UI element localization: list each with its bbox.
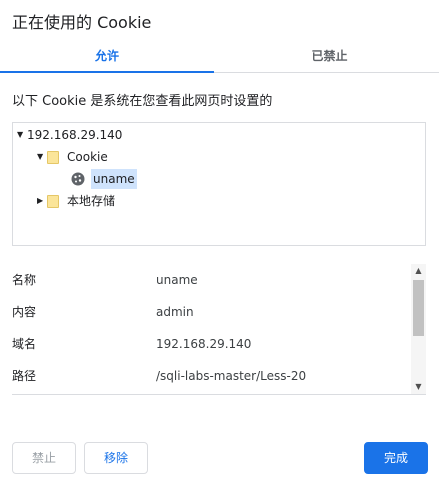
block-button[interactable]: 禁止 [12,442,76,474]
folder-icon [47,150,59,164]
tree-node-cookie-label: Cookie [67,150,108,164]
tree-node-host[interactable]: ▼ 192.168.29.140 [17,125,122,145]
folder-icon [47,194,59,208]
detail-row-name: 名称 uname [12,270,412,290]
dialog-title: 正在使用的 Cookie [12,13,152,32]
detail-row-path: 路径 /sqli-labs-master/Less-20 [12,366,412,386]
tree-node-host-label: 192.168.29.140 [27,128,123,142]
cookie-details-panel: 名称 uname 内容 admin 域名 192.168.29.140 路径 /… [12,264,426,395]
cookies-dialog: 正在使用的 Cookie 允许 已禁止 以下 Cookie 是系统在您查看此网页… [0,0,439,484]
detail-value: uname [156,273,198,287]
detail-label: 域名 [12,337,37,351]
tab-bar: 允许 已禁止 [0,40,439,73]
collapse-triangle-icon[interactable]: ▶ [37,191,47,211]
done-button[interactable]: 完成 [364,442,428,474]
cookie-tree: ▼ 192.168.29.140 ▼ Cookie uname ▶ 本地存储 [12,122,426,246]
tree-node-local-storage-label: 本地存储 [67,194,116,208]
description-text: 以下 Cookie 是系统在您查看此网页时设置的 [12,94,273,109]
detail-label: 内容 [12,305,37,319]
detail-value: admin [156,305,194,319]
tree-node-local-storage[interactable]: ▶ 本地存储 [37,191,115,211]
tab-allowed[interactable]: 允许 [0,40,214,73]
detail-value: 192.168.29.140 [156,337,252,351]
scroll-down-arrow-icon[interactable]: ▼ [411,380,426,394]
tree-node-cookie-item[interactable]: uname [71,169,137,189]
detail-label: 名称 [12,273,37,287]
scrollbar-thumb[interactable] [413,280,424,336]
scroll-up-arrow-icon[interactable]: ▲ [411,264,426,278]
remove-button[interactable]: 移除 [84,442,148,474]
detail-row-domain: 域名 192.168.29.140 [12,334,412,354]
tree-node-cookie-item-label: uname [91,169,137,189]
details-scrollbar[interactable]: ▲ ▼ [411,264,426,394]
expand-triangle-icon[interactable]: ▼ [17,125,27,145]
detail-label: 路径 [12,369,37,383]
expand-triangle-icon[interactable]: ▼ [37,147,47,167]
detail-value: /sqli-labs-master/Less-20 [156,369,307,383]
detail-row-content: 内容 admin [12,302,412,322]
tab-blocked[interactable]: 已禁止 [220,40,439,72]
tree-node-cookie-folder[interactable]: ▼ Cookie [37,147,108,167]
cookie-icon [71,172,85,186]
